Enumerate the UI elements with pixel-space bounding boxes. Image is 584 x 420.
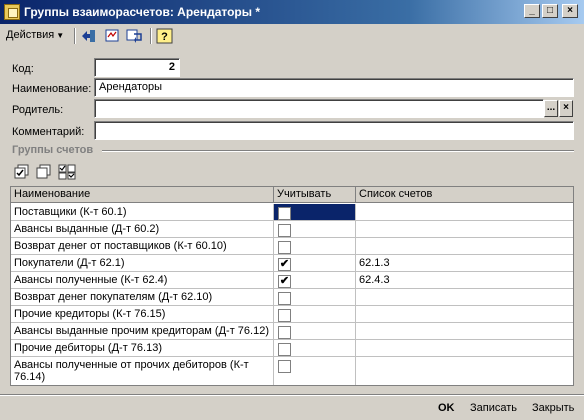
row-include-cell[interactable] — [274, 221, 356, 237]
table-header: Наименование Учитывать Список счетов — [11, 187, 573, 203]
row-name-cell[interactable]: Прочие дебиторы (Д-т 76.13) — [11, 340, 274, 356]
row-name-cell[interactable]: Прочие кредиторы (К-т 76.15) — [11, 306, 274, 322]
minimize-button[interactable]: _ — [524, 4, 540, 18]
include-checkbox[interactable]: ✔ — [278, 275, 291, 288]
row-name-cell[interactable]: Покупатели (Д-т 62.1) — [11, 255, 274, 271]
toolbar-separator — [74, 28, 76, 44]
move-to-group-icon[interactable] — [80, 28, 97, 44]
structure-icon[interactable] — [104, 28, 121, 44]
invert-check-icon[interactable] — [58, 164, 76, 180]
help-icon-label: ? — [161, 31, 168, 43]
include-checkbox[interactable] — [278, 224, 291, 237]
row-name-cell[interactable]: Авансы выданные (Д-т 60.2) — [11, 221, 274, 237]
name-label: Наименование: — [12, 83, 92, 95]
parent-clear-button[interactable]: × — [559, 100, 573, 117]
row-include-cell[interactable]: ✔ — [274, 272, 356, 288]
ok-button[interactable]: OK — [438, 402, 455, 414]
row-name-cell[interactable]: Авансы полученные (К-т 62.4) — [11, 272, 274, 288]
table-row[interactable]: Поставщики (К-т 60.1) — [11, 204, 573, 221]
row-name-cell[interactable]: Поставщики (К-т 60.1) — [11, 204, 274, 220]
table-row[interactable]: Прочие кредиторы (К-т 76.15) — [11, 306, 573, 323]
parent-label: Родитель: — [12, 104, 64, 116]
comment-field[interactable] — [94, 121, 574, 140]
refresh-icon[interactable] — [126, 28, 143, 44]
row-include-cell[interactable] — [274, 357, 356, 385]
row-name-cell[interactable]: Возврат денег от поставщиков (К-т 60.10) — [11, 238, 274, 254]
row-include-cell[interactable] — [274, 238, 356, 254]
section-divider — [102, 150, 574, 152]
row-include-cell[interactable] — [274, 204, 356, 220]
include-checkbox[interactable] — [278, 207, 291, 220]
table-row[interactable]: Авансы выданные (Д-т 60.2) — [11, 221, 573, 238]
title-bar: Группы взаиморасчетов: Арендаторы * _ □ … — [0, 0, 584, 24]
dropdown-arrow-icon: ▼ — [56, 31, 65, 40]
save-button[interactable]: Записать — [470, 402, 517, 414]
row-accounts-cell[interactable] — [356, 306, 573, 322]
include-checkbox[interactable] — [278, 309, 291, 322]
table-row[interactable]: Авансы выданные прочим кредиторам (Д-т 7… — [11, 323, 573, 340]
parent-field[interactable] — [94, 99, 544, 118]
row-accounts-cell[interactable] — [356, 221, 573, 237]
row-accounts-cell[interactable]: 62.4.3 — [356, 272, 573, 288]
row-include-cell[interactable] — [274, 340, 356, 356]
code-field[interactable]: 2 — [94, 58, 180, 77]
maximize-button[interactable]: □ — [542, 4, 558, 18]
row-accounts-cell[interactable] — [356, 357, 573, 385]
check-all-icon[interactable] — [14, 164, 30, 180]
toolbar-separator — [150, 28, 152, 44]
include-checkbox[interactable] — [278, 326, 291, 339]
row-include-cell[interactable]: ✔ — [274, 255, 356, 271]
footer-divider — [0, 394, 584, 396]
include-checkbox[interactable] — [278, 360, 291, 373]
code-label: Код: — [12, 63, 34, 75]
row-accounts-cell[interactable] — [356, 340, 573, 356]
table-row[interactable]: Возврат денег от поставщиков (К-т 60.10) — [11, 238, 573, 255]
document-icon — [4, 4, 20, 20]
window-title: Группы взаиморасчетов: Арендаторы * — [24, 5, 260, 19]
include-checkbox[interactable]: ✔ — [278, 258, 291, 271]
column-header-include[interactable]: Учитывать — [274, 187, 356, 203]
row-accounts-cell[interactable] — [356, 238, 573, 254]
row-accounts-cell[interactable] — [356, 289, 573, 305]
row-include-cell[interactable] — [274, 289, 356, 305]
help-icon[interactable]: ? — [156, 28, 173, 44]
comment-label: Комментарий: — [12, 126, 85, 138]
table-row[interactable]: Авансы полученные (К-т 62.4) ✔ 62.4.3 — [11, 272, 573, 289]
row-include-cell[interactable] — [274, 323, 356, 339]
row-name-cell[interactable]: Авансы выданные прочим кредиторам (Д-т 7… — [11, 323, 274, 339]
actions-menu[interactable]: Действия ▼ — [6, 29, 64, 41]
name-field[interactable]: Арендаторы — [94, 78, 574, 97]
row-accounts-cell[interactable] — [356, 204, 573, 220]
include-checkbox[interactable] — [278, 343, 291, 356]
row-name-cell[interactable]: Возврат денег покупателям (Д-т 62.10) — [11, 289, 274, 305]
table-row[interactable]: Возврат денег покупателям (Д-т 62.10) — [11, 289, 573, 306]
row-include-cell[interactable] — [274, 306, 356, 322]
toolbar: Действия ▼ ? — [0, 24, 584, 48]
include-checkbox[interactable] — [278, 241, 291, 254]
column-header-accounts[interactable]: Список счетов — [356, 187, 573, 203]
parent-select-button[interactable]: ... — [544, 100, 558, 117]
table-row[interactable]: Прочие дебиторы (Д-т 76.13) — [11, 340, 573, 357]
row-name-cell[interactable]: Авансы полученные от прочих дебиторов (К… — [11, 357, 274, 385]
close-button[interactable]: Закрыть — [532, 402, 574, 414]
accounts-table: Наименование Учитывать Список счетов Пос… — [10, 186, 574, 386]
column-header-name[interactable]: Наименование — [11, 187, 274, 203]
actions-menu-label: Действия — [6, 29, 55, 41]
row-accounts-cell[interactable]: 62.1.3 — [356, 255, 573, 271]
table-row[interactable]: Покупатели (Д-т 62.1) ✔ 62.1.3 — [11, 255, 573, 272]
accounts-group-title: Группы счетов — [12, 144, 94, 156]
include-checkbox[interactable] — [278, 292, 291, 305]
uncheck-all-icon[interactable] — [36, 164, 52, 180]
close-window-button[interactable]: × — [562, 4, 578, 18]
table-row[interactable]: Авансы полученные от прочих дебиторов (К… — [11, 357, 573, 385]
row-accounts-cell[interactable] — [356, 323, 573, 339]
